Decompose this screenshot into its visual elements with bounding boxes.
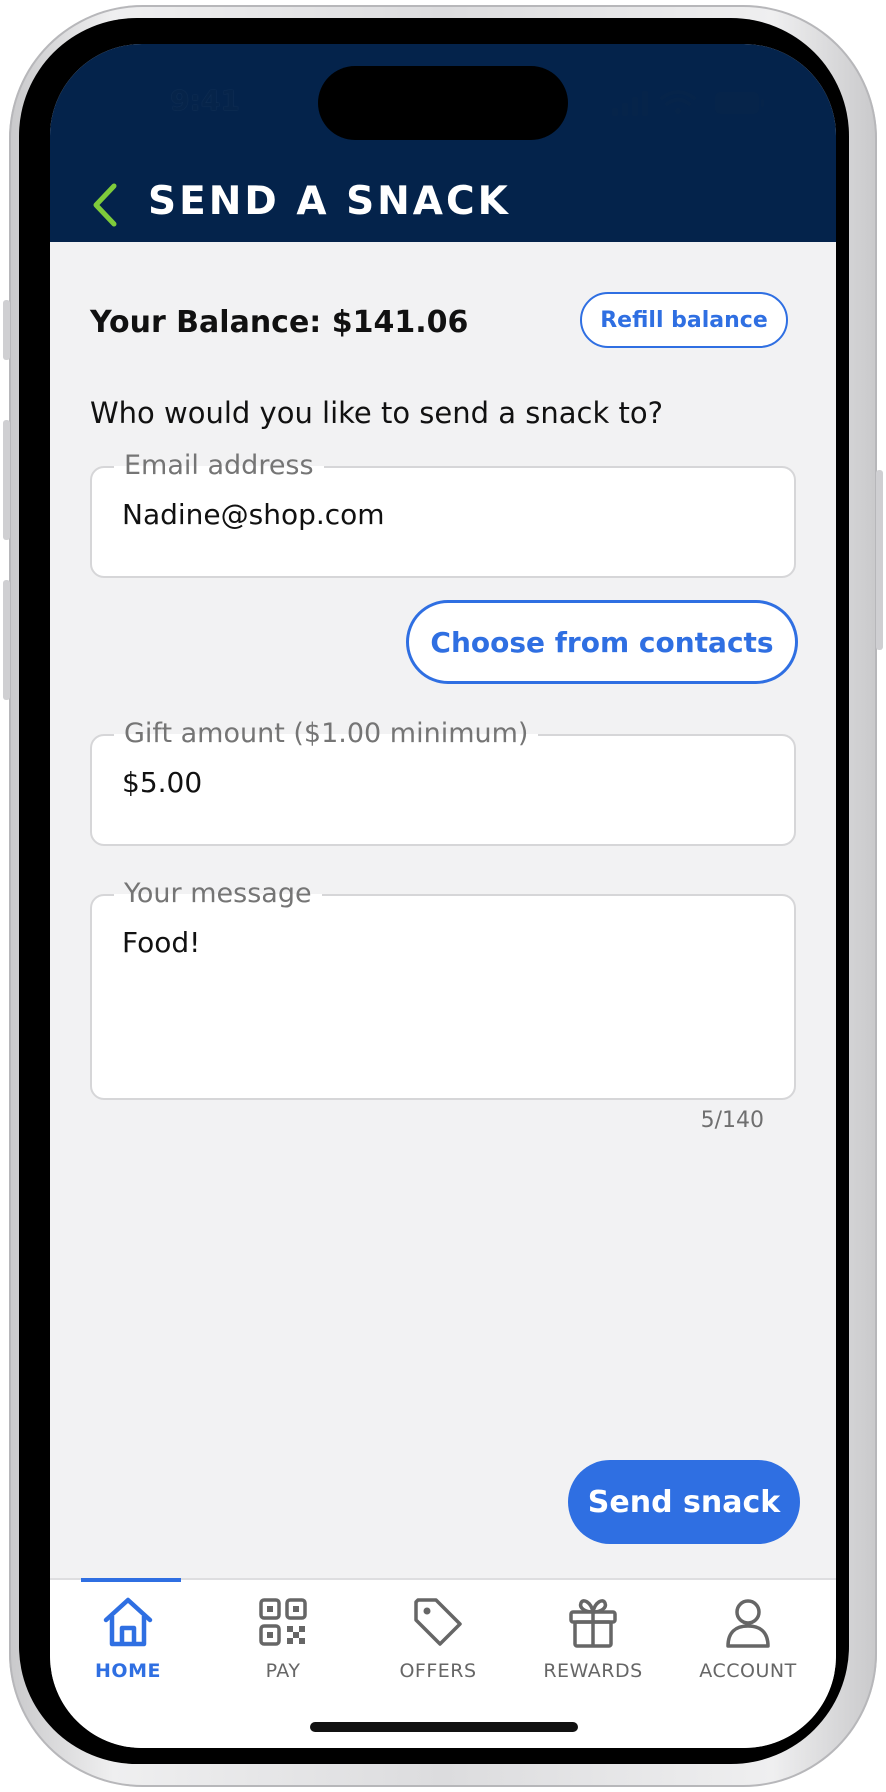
email-label: Email address: [114, 448, 324, 484]
gift-amount-field: Gift amount ($1.00 minimum): [90, 716, 796, 846]
wifi-icon: [660, 90, 696, 114]
nav-label-rewards: REWARDS: [543, 1660, 643, 1682]
nav-item-rewards[interactable]: REWARDS: [515, 1580, 671, 1700]
message-char-counter: 5/140: [700, 1108, 764, 1133]
silent-switch: [3, 300, 10, 360]
message-label: Your message: [114, 876, 322, 912]
qr-code-icon: [259, 1598, 307, 1646]
nav-item-home[interactable]: HOME: [50, 1578, 206, 1700]
nav-label-account: ACCOUNT: [699, 1660, 797, 1682]
user-icon: [726, 1599, 770, 1648]
home-icon: [103, 1597, 153, 1647]
email-input[interactable]: [122, 498, 770, 531]
recipient-question: Who would you like to send a snack to?: [90, 396, 663, 430]
message-field: Your message Food!: [90, 876, 796, 1100]
dynamic-island: [318, 66, 568, 140]
gift-amount-input[interactable]: [122, 766, 770, 799]
power-button: [876, 470, 883, 650]
app-screen: 9:41 SEND A SNACK Your Balance: $141.06 …: [50, 44, 836, 1748]
nav-active-indicator: [81, 1578, 181, 1582]
battery-icon: [715, 92, 764, 114]
home-indicator: [310, 1722, 578, 1732]
signal-icon: [612, 91, 648, 116]
status-icons: [612, 90, 764, 116]
balance-text: Your Balance: $141.06: [90, 305, 469, 340]
chevron-left-icon: [93, 183, 117, 227]
volume-down-button: [3, 580, 10, 700]
page-title: SEND A SNACK: [148, 179, 511, 224]
status-time: 9:41: [170, 84, 240, 117]
refill-balance-button[interactable]: Refill balance: [580, 292, 788, 348]
nav-label-offers: OFFERS: [399, 1660, 477, 1682]
choose-contacts-button[interactable]: Choose from contacts: [406, 600, 798, 684]
nav-label-pay: PAY: [265, 1660, 301, 1682]
nav-item-account[interactable]: ACCOUNT: [670, 1580, 826, 1700]
volume-up-button: [3, 420, 10, 540]
back-button[interactable]: [86, 180, 126, 230]
send-snack-button[interactable]: Send snack: [568, 1460, 800, 1544]
tag-icon: [414, 1598, 462, 1646]
app-header: 9:41 SEND A SNACK: [50, 44, 836, 242]
gift-amount-label: Gift amount ($1.00 minimum): [114, 716, 539, 752]
gift-icon: [569, 1599, 617, 1648]
nav-item-pay[interactable]: PAY: [205, 1580, 361, 1700]
nav-label-home: HOME: [95, 1660, 161, 1682]
message-input[interactable]: Food!: [122, 926, 770, 1066]
email-field: Email address: [90, 448, 796, 578]
nav-item-offers[interactable]: OFFERS: [360, 1580, 516, 1700]
